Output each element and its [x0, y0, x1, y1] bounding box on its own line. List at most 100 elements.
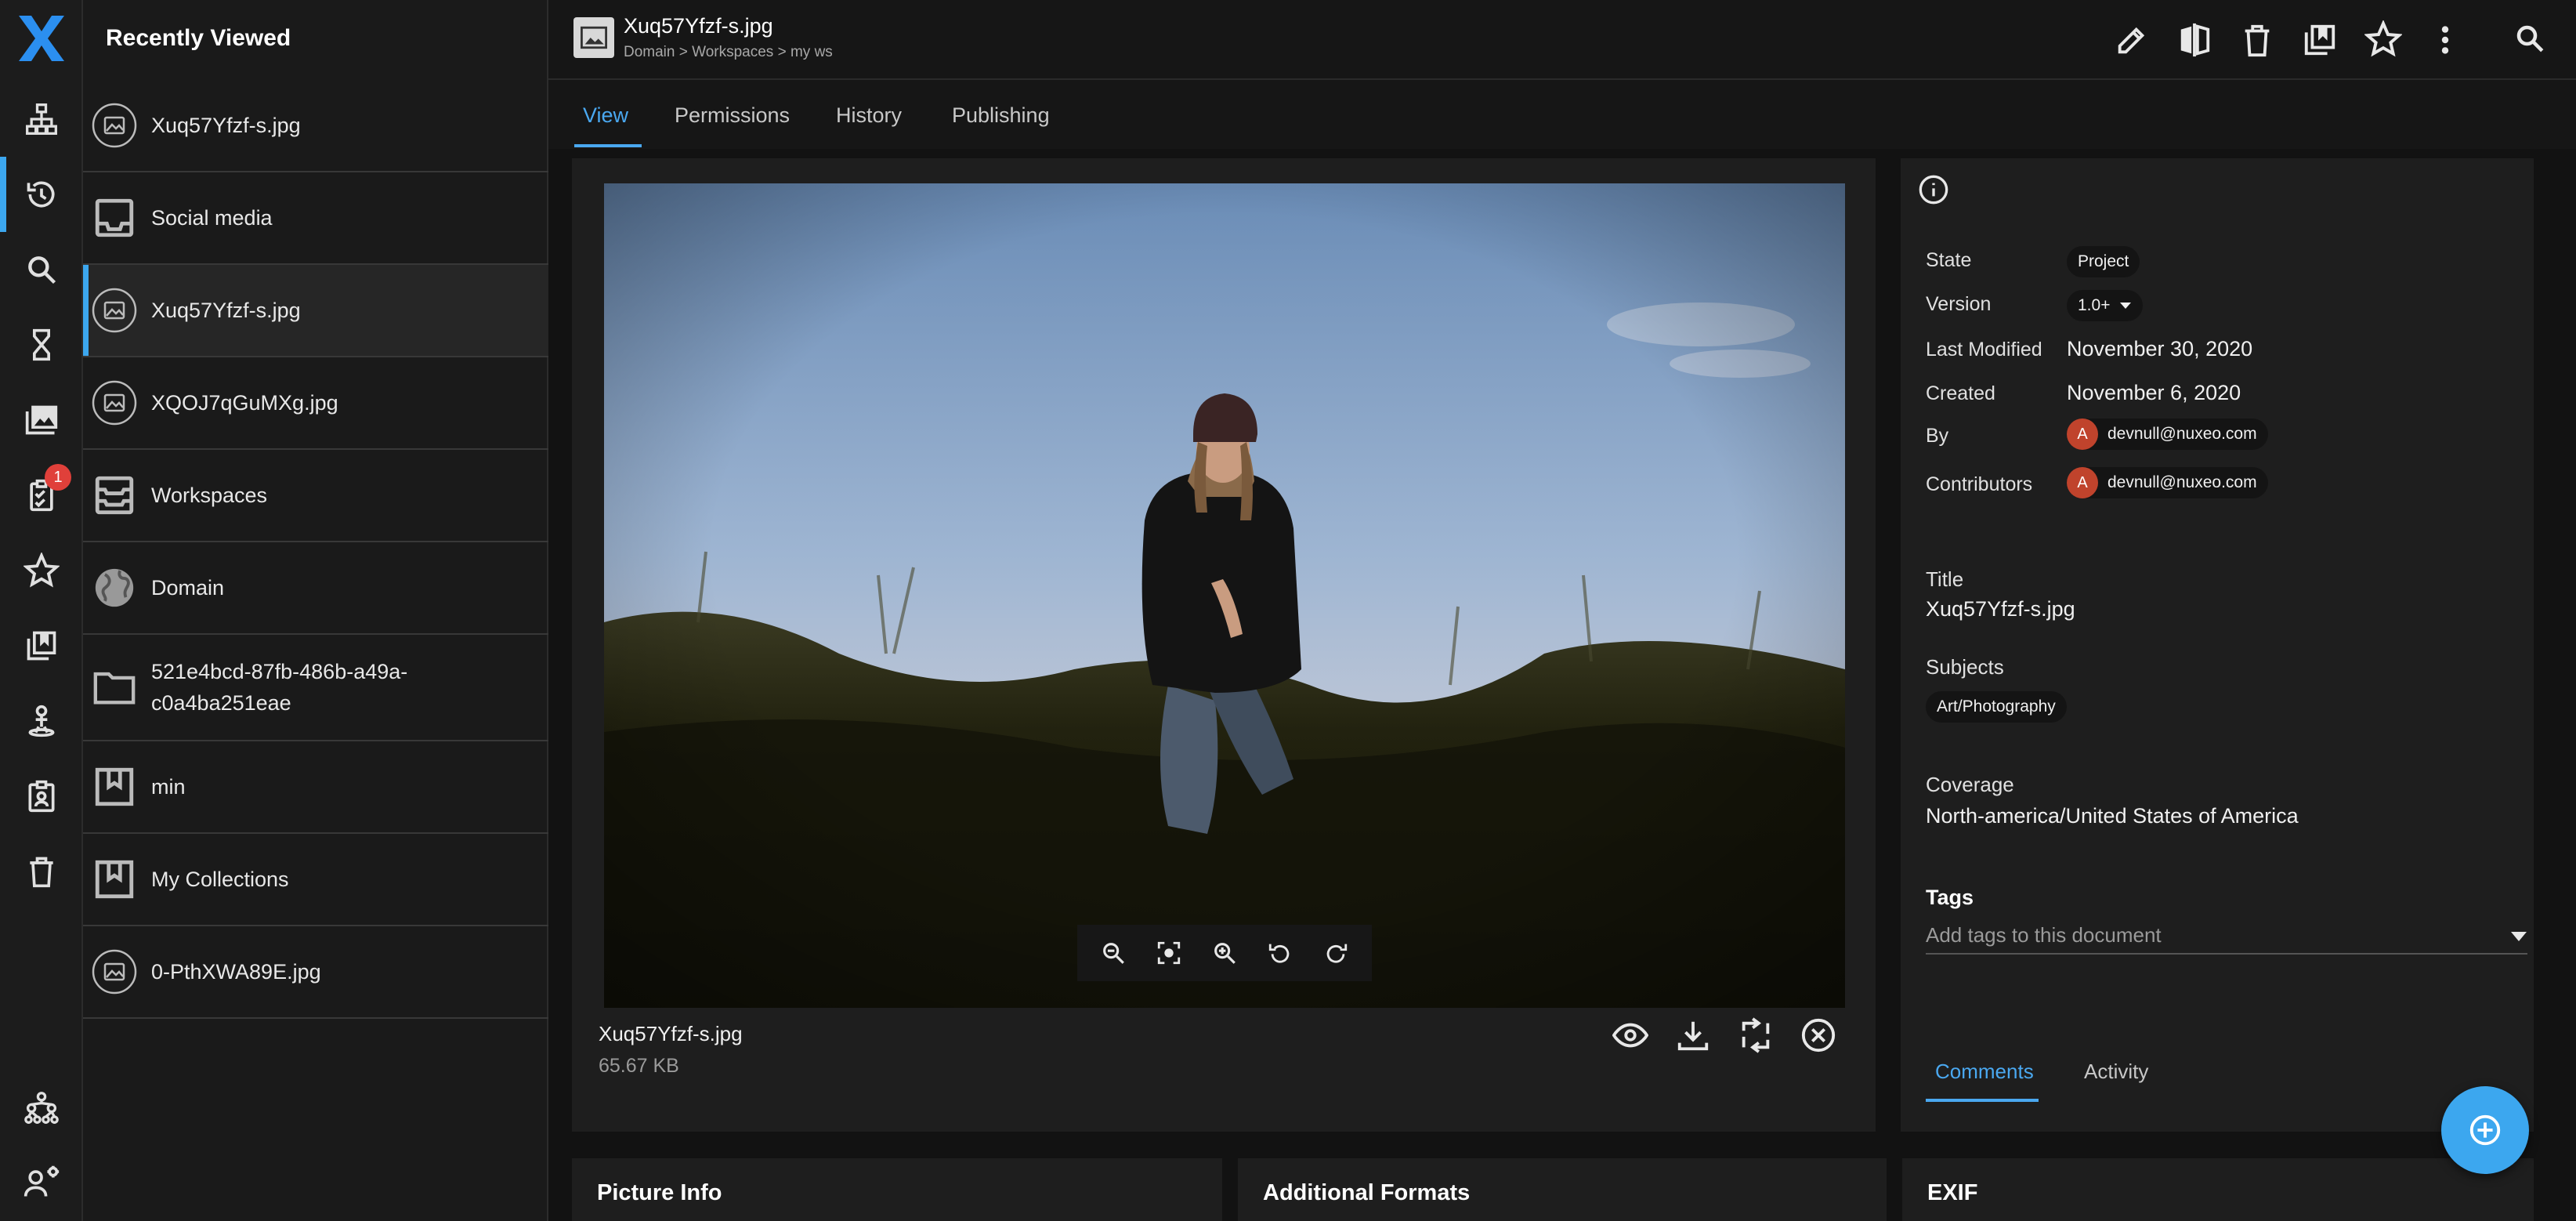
add-circle-icon [2469, 1114, 2501, 1146]
breadcrumb[interactable]: Domain > Workspaces > my ws [624, 44, 833, 61]
file-size: 65.67 KB [599, 1055, 679, 1077]
tab-history[interactable]: History [836, 103, 902, 128]
favorites-icon[interactable] [20, 549, 63, 592]
assets-icon[interactable] [20, 398, 63, 442]
expired-icon[interactable] [20, 323, 63, 367]
delete-icon[interactable] [2239, 22, 2275, 58]
document-type-icon [573, 17, 614, 58]
by-label: By [1926, 425, 1949, 447]
edit-icon[interactable] [2114, 22, 2150, 58]
nuxeo-x-logo[interactable] [16, 14, 67, 63]
collections-icon[interactable] [20, 624, 63, 668]
version-value: 1.0+ [2078, 296, 2111, 314]
compare-icon[interactable] [2176, 22, 2212, 58]
recently-viewed-drawer: Recently Viewed Xuq57Yfzf-s.jpg Social m… [83, 0, 548, 1221]
search-icon[interactable] [20, 248, 63, 292]
personal-workspace-icon[interactable] [20, 699, 63, 743]
tab-comments[interactable]: Comments [1935, 1060, 2034, 1084]
list-item[interactable]: Domain [83, 542, 548, 635]
document-image[interactable] [604, 183, 1845, 1008]
list-item[interactable]: min [83, 741, 548, 834]
fit-icon[interactable] [1156, 940, 1182, 966]
dropdown-arrow-icon[interactable] [2510, 931, 2527, 942]
tab-permissions[interactable]: Permissions [675, 103, 790, 128]
exif-card: EXIF [1902, 1158, 2534, 1221]
drawer-title: Recently Viewed [106, 25, 291, 51]
picture-icon [91, 102, 138, 149]
tasks-icon[interactable]: 1 [20, 464, 71, 517]
workspaces-icon [91, 472, 138, 519]
document-header: Xuq57Yfzf-s.jpg Domain > Workspaces > my… [548, 0, 2576, 80]
document-title: Xuq57Yfzf-s.jpg [624, 14, 773, 38]
additional-formats-card: Additional Formats [1238, 1158, 1887, 1221]
caret-down-icon [2120, 303, 2132, 309]
add-to-collection-icon[interactable] [2302, 22, 2338, 58]
favorite-icon[interactable] [2364, 20, 2402, 58]
contributors-label: Contributors [1926, 473, 2033, 495]
list-item-label: Xuq57Yfzf-s.jpg [151, 114, 301, 137]
list-item-label: 521e4bcd-87fb-486b-a49a-c0a4ba251eae [151, 660, 408, 715]
card-title: Additional Formats [1263, 1180, 1471, 1205]
replace-icon[interactable] [1738, 1017, 1774, 1053]
hierarchy-icon[interactable] [20, 1086, 63, 1130]
user-settings-icon[interactable] [20, 1160, 63, 1204]
list-item-label: min [151, 775, 186, 799]
coverage-label: Coverage [1926, 773, 2014, 796]
version-label: Version [1926, 293, 1992, 315]
list-item-label: My Collections [151, 868, 289, 891]
picture-icon [91, 379, 138, 426]
recently-viewed-icon[interactable] [20, 172, 63, 216]
list-item-label: XQOJ7qGuMXg.jpg [151, 391, 338, 415]
rotate-right-icon[interactable] [1322, 940, 1349, 966]
document-tabs: View Permissions History Publishing [548, 80, 2576, 149]
picture-info-card: Picture Info [572, 1158, 1222, 1221]
list-item[interactable]: 521e4bcd-87fb-486b-a49a-c0a4ba251eae [83, 635, 548, 741]
last-modified-label: Last Modified [1926, 339, 2042, 361]
rail-active-indicator [0, 157, 6, 232]
title-label: Title [1926, 567, 1964, 591]
image-zoom-controls [1077, 925, 1372, 981]
avatar: A [2067, 467, 2098, 498]
picture-icon [91, 287, 138, 334]
preview-icon[interactable] [1612, 1017, 1648, 1053]
version-selector[interactable]: 1.0+ [2067, 290, 2144, 321]
folder-icon [91, 664, 138, 711]
app-rail: 1 [0, 0, 83, 1221]
list-item[interactable]: My Collections [83, 834, 548, 926]
rotate-left-icon[interactable] [1267, 940, 1293, 966]
list-item[interactable]: XQOJ7qGuMXg.jpg [83, 357, 548, 450]
card-title: Picture Info [597, 1180, 722, 1205]
list-item-label: Domain [151, 576, 225, 600]
zoom-out-icon[interactable] [1100, 940, 1127, 966]
more-icon[interactable] [2427, 22, 2463, 58]
tab-view[interactable]: View [583, 103, 628, 128]
remove-icon[interactable] [1800, 1017, 1836, 1053]
trash-icon[interactable] [20, 850, 63, 893]
list-item-selected[interactable]: Xuq57Yfzf-s.jpg [83, 265, 548, 357]
collection-icon [91, 856, 138, 903]
tab-activity[interactable]: Activity [2084, 1060, 2148, 1084]
download-icon[interactable] [1675, 1017, 1711, 1053]
list-item[interactable]: Social media [83, 172, 548, 265]
list-item[interactable]: Workspaces [83, 450, 548, 542]
list-item[interactable]: Xuq57Yfzf-s.jpg [83, 80, 548, 172]
comments-tab-indicator [1926, 1099, 2039, 1102]
subjects-label: Subjects [1926, 655, 2004, 679]
created-value: November 6, 2020 [2067, 381, 2241, 404]
add-comment-fab[interactable] [2441, 1086, 2529, 1174]
title-value: Xuq57Yfzf-s.jpg [1926, 597, 2075, 621]
zoom-in-icon[interactable] [1211, 940, 1238, 966]
metadata-panel: State Project Version 1.0+ Last Modified… [1901, 158, 2534, 1132]
list-item[interactable]: 0-PthXWA89E.jpg [83, 926, 548, 1019]
contributor-chip[interactable]: A devnull@nuxeo.com [2067, 467, 2268, 498]
avatar: A [2067, 418, 2098, 450]
list-item-label: Xuq57Yfzf-s.jpg [151, 299, 301, 322]
browse-icon[interactable] [20, 97, 63, 141]
list-item-label: 0-PthXWA89E.jpg [151, 960, 321, 984]
tags-input[interactable]: Add tags to this document [1926, 915, 2527, 955]
header-search-icon[interactable] [2513, 22, 2546, 55]
state-badge: Project [2067, 246, 2140, 277]
clipboard-icon[interactable] [20, 774, 63, 818]
author-chip[interactable]: A devnull@nuxeo.com [2067, 418, 2268, 450]
tab-publishing[interactable]: Publishing [952, 103, 1050, 128]
